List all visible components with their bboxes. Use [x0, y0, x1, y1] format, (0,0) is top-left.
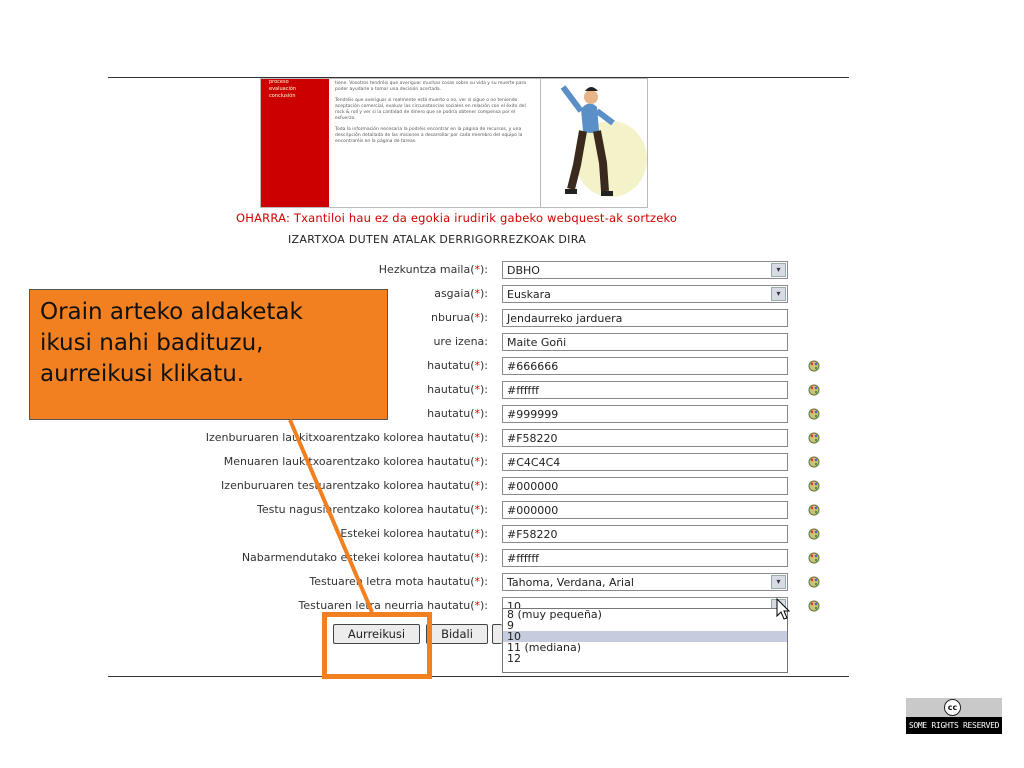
field-input[interactable]: #F58220 [502, 429, 788, 447]
option[interactable]: 8 (muy pequeña) [503, 609, 787, 620]
preview-highlight-box [322, 612, 432, 679]
webquest-preview: proceso evaluación conclusión tiene. Vos… [260, 78, 542, 208]
field-input[interactable]: #999999 [502, 405, 788, 423]
field-input[interactable]: #C4C4C4 [502, 453, 788, 471]
color-palette-icon[interactable] [808, 576, 820, 588]
field-label: hautatu(*): [427, 359, 488, 372]
field-input[interactable]: Maite Goñi [502, 333, 788, 351]
chevron-down-icon[interactable]: ▾ [771, 575, 786, 589]
field-label: hautatu(*): [427, 383, 488, 396]
field-select[interactable]: Euskara ▾ [502, 285, 788, 303]
preview-sidebar-item: proceso [269, 79, 289, 85]
field-label: Menuaren laukitxoarentzako kolorea hauta… [223, 455, 488, 468]
instruction-callout: Orain arteko aldaketak ikusi nahi baditu… [29, 289, 388, 420]
preview-paragraph: tiene. Vosotros tendréis que averiguar m… [335, 81, 527, 92]
color-palette-icon[interactable] [808, 408, 820, 420]
callout-line: aurreikusi klikatu. [40, 361, 245, 387]
bottom-divider [108, 676, 849, 677]
field-label: Estekei kolorea hautatu(*): [340, 527, 488, 540]
field-select[interactable]: Tahoma, Verdana, Arial ▾ [502, 573, 788, 591]
field-select[interactable]: DBHO ▾ [502, 261, 788, 279]
field-input[interactable]: #666666 [502, 357, 788, 375]
field-label: nburua(*): [431, 311, 488, 324]
color-palette-icon[interactable] [808, 552, 820, 564]
color-palette-icon[interactable] [808, 384, 820, 396]
color-palette-icon[interactable] [808, 456, 820, 468]
required-notice: IZARTXOA DUTEN ATALAK DERRIGORREZKOAK DI… [288, 233, 587, 246]
field-input[interactable]: Jendaurreko jarduera [502, 309, 788, 327]
extra-button[interactable] [492, 624, 502, 644]
field-label: Izenburuaren laukitxoarentzako kolorea h… [205, 431, 488, 444]
field-label: Testuaren letra neurria hautatu(*): [298, 599, 488, 612]
chevron-down-icon[interactable]: ▾ [771, 287, 786, 301]
callout-line: ikusi nahi badituzu, [40, 330, 264, 356]
preview-sidebar-item: evaluación [269, 86, 297, 92]
creative-commons-badge: cc SOME RIGHTS RESERVED [906, 698, 1002, 734]
field-label: Hezkuntza maila(*): [378, 263, 488, 276]
mouse-cursor-icon [776, 598, 791, 620]
preview-text: tiene. Vosotros tendréis que averiguar m… [335, 81, 535, 150]
option[interactable]: 12 [503, 653, 787, 664]
preview-sidebar: proceso evaluación conclusión [261, 79, 329, 207]
field-label: hautatu(*): [427, 407, 488, 420]
callout-line: Orain arteko aldaketak [40, 299, 303, 325]
field-input[interactable]: #000000 [502, 501, 788, 519]
cc-logo-icon: cc [944, 699, 961, 716]
preview-sidebar-item: conclusión [269, 93, 296, 99]
color-palette-icon[interactable] [808, 360, 820, 372]
field-input[interactable]: #ffffff [502, 549, 788, 567]
color-palette-icon[interactable] [808, 504, 820, 516]
dancer-illustration [540, 78, 648, 208]
field-input[interactable]: #ffffff [502, 381, 788, 399]
color-palette-icon[interactable] [808, 528, 820, 540]
field-label: Testu nagusiarentzako kolorea hautatu(*)… [257, 503, 488, 516]
preview-paragraph: Tendréis que averiguar si realmente está… [335, 98, 526, 121]
field-label: Testuaren letra mota hautatu(*): [309, 575, 488, 588]
color-palette-icon[interactable] [808, 432, 820, 444]
option[interactable]: 11 (mediana) [503, 642, 787, 653]
field-label: asgaia(*): [434, 287, 488, 300]
field-label: ure izena: [433, 335, 488, 348]
field-input[interactable]: #F58220 [502, 525, 788, 543]
template-note: OHARRA: Txantiloi hau ez da egokia irudi… [236, 211, 678, 225]
field-input[interactable]: #000000 [502, 477, 788, 495]
field-label: Izenburuaren testuarentzako kolorea haut… [221, 479, 488, 492]
color-palette-icon[interactable] [808, 480, 820, 492]
option[interactable]: 9 [503, 620, 787, 631]
preview-paragraph: Toda la información necesaria la podréis… [335, 127, 523, 144]
license-text: SOME RIGHTS RESERVED [906, 717, 1002, 734]
field-label: Nabarmendutako estekei kolorea hautatu(*… [241, 551, 488, 564]
font-size-options[interactable]: 8 (muy pequeña) 9 10 11 (mediana) 12 [502, 608, 788, 673]
send-button[interactable]: Bidali [426, 624, 488, 644]
chevron-down-icon[interactable]: ▾ [771, 263, 786, 277]
color-palette-icon[interactable] [808, 600, 820, 612]
